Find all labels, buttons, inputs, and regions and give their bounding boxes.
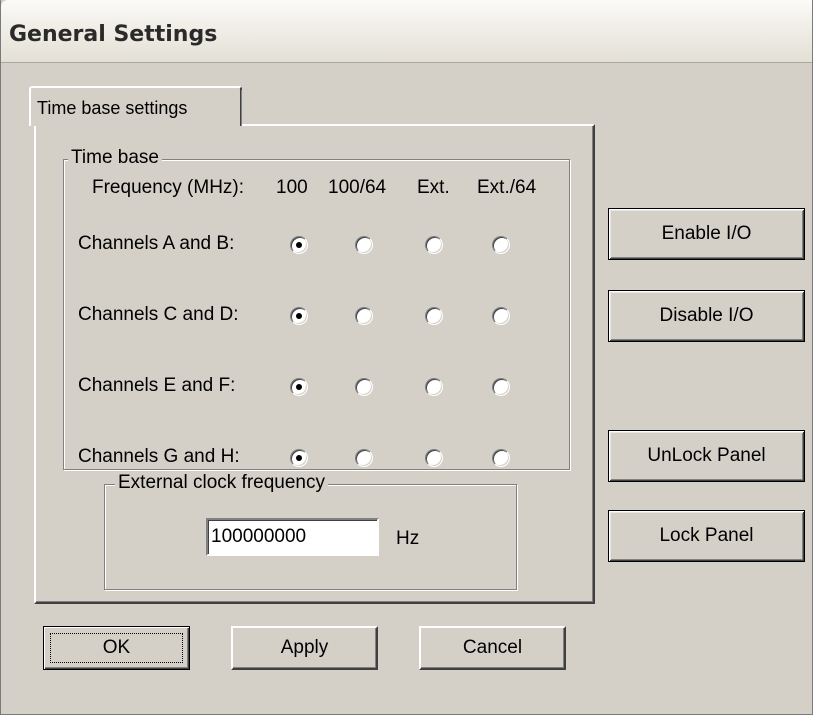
channel-row-label: Channels A and B:	[78, 233, 235, 254]
ok-button[interactable]: OK	[43, 626, 190, 670]
enable-io-button[interactable]: Enable I/O	[608, 208, 805, 260]
unlock-panel-button[interactable]: UnLock Panel	[608, 430, 805, 482]
timebase-radio-button[interactable]	[290, 449, 308, 467]
title-bar[interactable]: General Settings	[1, 0, 812, 63]
timebase-radio-button[interactable]	[492, 236, 510, 254]
column-header-100-64: 100/64	[328, 177, 387, 198]
timebase-radio-button[interactable]	[355, 236, 373, 254]
tab-time-base-settings[interactable]: Time base settings	[29, 86, 242, 126]
timebase-radio-button[interactable]	[290, 378, 308, 396]
lock-panel-button[interactable]: Lock Panel	[608, 510, 805, 562]
tab-label: Time base settings	[37, 98, 188, 118]
timebase-radio-button[interactable]	[492, 307, 510, 325]
frequency-column-label: Frequency (MHz):	[92, 177, 245, 198]
window-title: General Settings	[9, 22, 218, 47]
timebase-radio-button[interactable]	[425, 378, 443, 396]
column-header-100: 100	[276, 177, 308, 198]
time-base-tab-panel: Time base Frequency (MHz): 100 100/64 Ex…	[34, 124, 595, 604]
timebase-radio-button[interactable]	[355, 378, 373, 396]
focus-rectangle	[50, 633, 183, 663]
channel-row-label: Channels G and H:	[78, 446, 240, 467]
cancel-button[interactable]: Cancel	[419, 626, 566, 670]
timebase-radio-button[interactable]	[492, 449, 510, 467]
timebase-radio-button[interactable]	[425, 236, 443, 254]
external-clock-group-label: External clock frequency	[115, 473, 328, 493]
timebase-radio-button[interactable]	[355, 449, 373, 467]
channel-row-label: Channels E and F:	[78, 375, 236, 396]
timebase-radio-button[interactable]	[355, 307, 373, 325]
external-clock-frequency-input[interactable]	[206, 518, 379, 556]
frequency-unit-label: Hz	[396, 528, 420, 549]
timebase-radio-button[interactable]	[290, 307, 308, 325]
timebase-radio-button[interactable]	[290, 236, 308, 254]
external-clock-group: External clock frequency Hz	[104, 473, 517, 590]
time-base-group-label: Time base	[68, 148, 162, 168]
column-header-ext-64: Ext./64	[477, 177, 537, 198]
column-header-ext: Ext.	[417, 177, 450, 198]
general-settings-dialog: General Settings Time base settings Time…	[0, 0, 813, 715]
timebase-radio-button[interactable]	[425, 449, 443, 467]
timebase-radio-button[interactable]	[425, 307, 443, 325]
dialog-client-area: Time base settings Time base Frequency (…	[1, 63, 812, 713]
apply-button[interactable]: Apply	[231, 626, 378, 670]
channel-row-label: Channels C and D:	[78, 304, 239, 325]
timebase-radio-button[interactable]	[492, 378, 510, 396]
time-base-group: Time base Frequency (MHz): 100 100/64 Ex…	[63, 148, 570, 470]
disable-io-button[interactable]: Disable I/O	[608, 290, 805, 342]
